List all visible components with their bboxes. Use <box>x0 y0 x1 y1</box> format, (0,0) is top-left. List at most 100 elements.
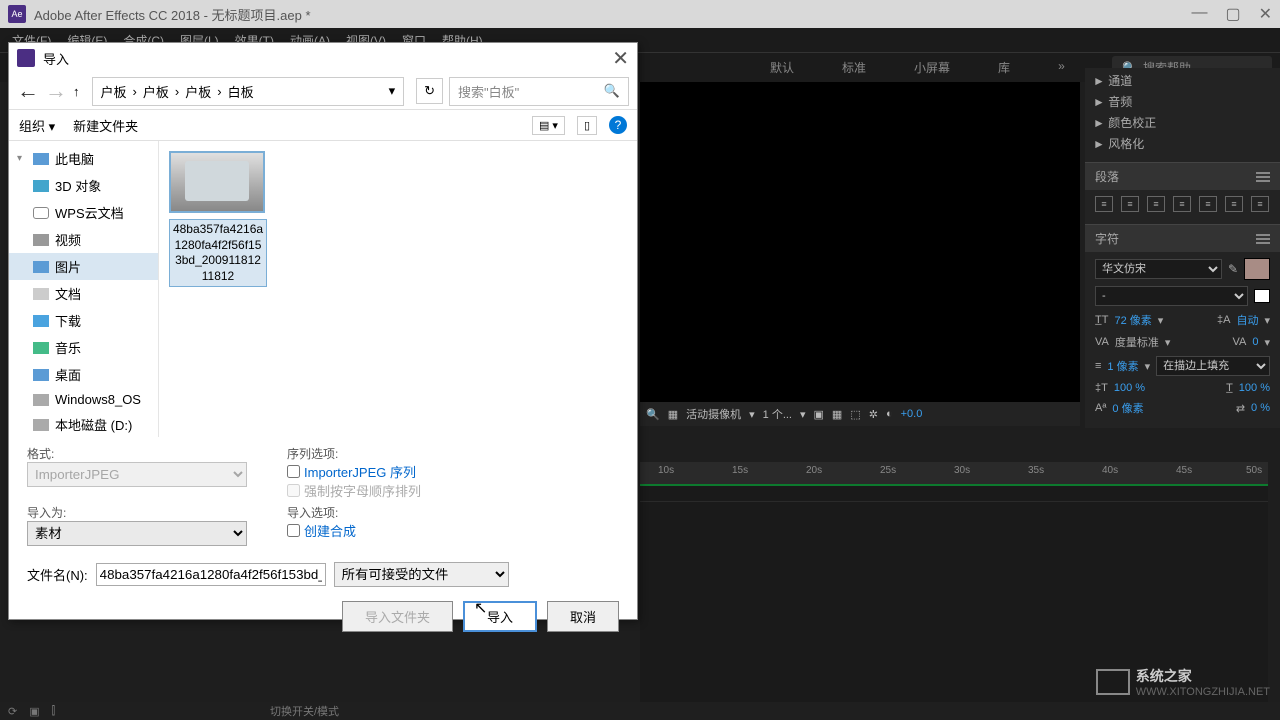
timeline-ruler[interactable]: 10s 15s 20s 25s 30s 35s 40s 45s 50s <box>640 462 1268 484</box>
align-justify-last-left-icon[interactable]: ≡ <box>1173 196 1191 212</box>
search-icon: 🔍 <box>604 83 620 99</box>
kerning-value[interactable]: 度量标准 <box>1115 334 1159 350</box>
align-justify-all-icon[interactable]: ≡ <box>1251 196 1269 212</box>
create-comp-label: 创建合成 <box>304 521 356 540</box>
effect-audio[interactable]: ► 音频 <box>1093 91 1272 112</box>
workspace-library[interactable]: 库 <box>988 55 1020 80</box>
workspace-small[interactable]: 小屏幕 <box>904 55 960 80</box>
viewer-magnify-icon[interactable]: 🔍 <box>646 408 660 421</box>
stroke-color-swatch[interactable] <box>1254 289 1270 303</box>
vscale-value[interactable]: 100 % <box>1114 382 1145 394</box>
panel-menu-icon-2[interactable] <box>1256 234 1270 244</box>
cancel-button[interactable]: 取消 <box>547 601 619 632</box>
effect-stylize[interactable]: ► 风格化 <box>1093 133 1272 154</box>
folder-sidebar: ▾此电脑3D 对象WPS云文档视频图片文档下载音乐桌面Windows8_OS本地… <box>9 141 159 437</box>
refresh-button[interactable]: ↻ <box>416 78 443 104</box>
new-folder-button[interactable]: 新建文件夹 <box>73 116 138 135</box>
sidebar-item-1[interactable]: 3D 对象 <box>9 172 158 199</box>
align-center-icon[interactable]: ≡ <box>1121 196 1139 212</box>
viewer-icon-1[interactable]: ▣ <box>814 408 824 421</box>
stroke-width-value[interactable]: 1 像素 <box>1107 358 1138 374</box>
viewer-exposure-value[interactable]: +0.0 <box>901 408 923 420</box>
status-icon-2[interactable]: ▣ <box>29 705 39 718</box>
help-button[interactable]: ? <box>609 116 627 134</box>
tracking-value[interactable]: 0 <box>1252 336 1258 348</box>
viewer-icon-2[interactable]: ▦ <box>832 408 842 421</box>
align-right-icon[interactable]: ≡ <box>1147 196 1165 212</box>
paragraph-panel-header[interactable]: 段落 <box>1085 162 1280 190</box>
file-filter-select[interactable]: 所有可接受的文件 <box>334 562 509 587</box>
file-list-area[interactable]: 48ba357fa4216a1280fa4f2f56f153bd_2009118… <box>159 141 637 437</box>
status-icon-1[interactable]: ⟳ <box>8 705 17 718</box>
sidebar-item-3[interactable]: 视频 <box>9 226 158 253</box>
leading-value[interactable]: 自动 <box>1236 312 1258 328</box>
viewer-exposure-icon[interactable]: ◐ <box>886 408 893 420</box>
format-select[interactable]: ImporterJPEG <box>27 462 247 487</box>
sidebar-item-8[interactable]: 桌面 <box>9 361 158 388</box>
tsume-value[interactable]: 0 % <box>1251 402 1270 414</box>
sidebar-item-4[interactable]: 图片 <box>9 253 158 280</box>
import-button[interactable]: 导入 <box>463 601 537 632</box>
folder-icon <box>33 261 49 273</box>
import-folder-button[interactable]: 导入文件夹 <box>342 601 453 632</box>
panel-menu-icon[interactable] <box>1256 172 1270 182</box>
status-icon-3[interactable]: ⫿ <box>52 705 56 718</box>
dialog-close-button[interactable]: ✕ <box>612 46 629 71</box>
viewer-camera-select[interactable]: 活动摄像机 <box>686 406 741 422</box>
viewer-icon-4[interactable]: ✲ <box>869 408 878 421</box>
stroke-option-select[interactable]: 在描边上填充 <box>1156 356 1270 376</box>
align-justify-last-right-icon[interactable]: ≡ <box>1225 196 1243 212</box>
sidebar-item-5[interactable]: 文档 <box>9 280 158 307</box>
folder-icon <box>33 394 49 406</box>
timeline-mark: 10s <box>658 465 674 476</box>
breadcrumb[interactable]: 户板› 户板› 户板› 白板 ▾ <box>92 77 405 106</box>
nav-back-icon[interactable]: ← <box>17 78 39 104</box>
status-bar: ⟳ ▣ ⫿ 切换开关/模式 <box>0 702 1280 720</box>
sidebar-item-7[interactable]: 音乐 <box>9 334 158 361</box>
preview-pane-button[interactable]: ▯ <box>577 116 597 135</box>
sidebar-item-2[interactable]: WPS云文档 <box>9 199 158 226</box>
importer-jpeg-seq-checkbox[interactable] <box>287 465 300 478</box>
workspace-default[interactable]: 默认 <box>760 55 804 80</box>
viewer-views-select[interactable]: 1 个... <box>763 406 792 422</box>
viewer-icon-3[interactable]: ⬚ <box>850 408 860 421</box>
timeline-mark: 40s <box>1102 465 1118 476</box>
timeline-track[interactable] <box>640 484 1268 502</box>
folder-search-input[interactable]: 搜索"白板" 🔍 <box>449 77 629 106</box>
filename-input[interactable] <box>96 563 326 586</box>
import-as-select[interactable]: 素材 <box>27 521 247 546</box>
minimize-button[interactable]: — <box>1191 4 1207 24</box>
effect-color[interactable]: ► 颜色校正 <box>1093 112 1272 133</box>
baseline-value[interactable]: 0 像素 <box>1112 400 1143 416</box>
sidebar-item-0[interactable]: ▾此电脑 <box>9 145 158 172</box>
file-item[interactable]: 48ba357fa4216a1280fa4f2f56f153bd_2009118… <box>169 151 267 287</box>
nav-up-icon[interactable]: ↑ <box>73 84 80 99</box>
fill-color-swatch[interactable] <box>1244 258 1270 280</box>
font-family-select[interactable]: 华文仿宋 <box>1095 259 1222 279</box>
create-comp-checkbox[interactable] <box>287 524 300 537</box>
nav-forward-icon[interactable]: → <box>45 78 67 104</box>
viewer-grid-icon[interactable]: ▦ <box>668 408 678 421</box>
character-panel-header[interactable]: 字符 <box>1085 224 1280 252</box>
sidebar-item-9[interactable]: Windows8_OS <box>9 388 158 411</box>
sidebar-item-10[interactable]: 本地磁盘 (D:) <box>9 411 158 437</box>
align-left-icon[interactable]: ≡ <box>1095 196 1113 212</box>
view-mode-button[interactable]: ▤ ▾ <box>532 116 565 135</box>
sidebar-item-6[interactable]: 下载 <box>9 307 158 334</box>
workspace-standard[interactable]: 标准 <box>832 55 876 80</box>
maximize-button[interactable]: ▢ <box>1225 4 1240 24</box>
close-button[interactable]: ✕ <box>1259 4 1272 24</box>
font-size-value[interactable]: 72 像素 <box>1114 312 1151 328</box>
stroke-width-icon: ≡ <box>1095 360 1101 372</box>
toggle-switches-label[interactable]: 切换开关/模式 <box>270 703 339 719</box>
filename-label: 文件名(N): <box>27 565 88 584</box>
folder-icon <box>33 369 49 381</box>
font-style-select[interactable]: - <box>1095 286 1248 306</box>
workspace-more-icon[interactable]: » <box>1048 55 1075 80</box>
composition-viewer[interactable] <box>640 82 1080 402</box>
effect-channel[interactable]: ► 通道 <box>1093 70 1272 91</box>
eyedropper-icon[interactable]: ✎ <box>1228 262 1238 276</box>
align-justify-last-center-icon[interactable]: ≡ <box>1199 196 1217 212</box>
organize-menu[interactable]: 组织 ▾ <box>19 116 55 135</box>
hscale-value[interactable]: 100 % <box>1239 382 1270 394</box>
